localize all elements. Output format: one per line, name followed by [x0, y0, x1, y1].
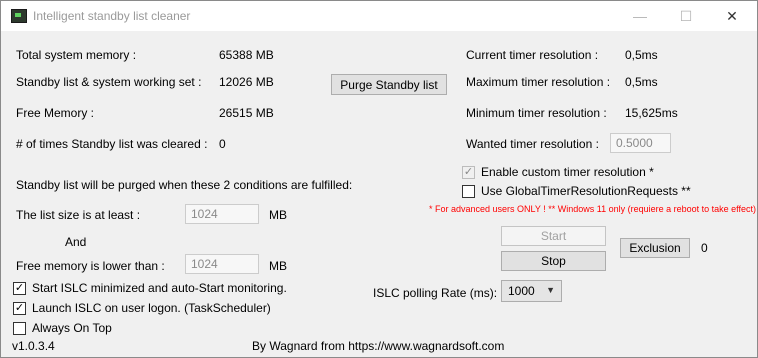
- advanced-warning-text: * For advanced users ONLY ! ** Windows 1…: [429, 204, 757, 214]
- window-title: Intelligent standby list cleaner: [33, 9, 191, 23]
- conditions-heading: Standby list will be purged when these 2…: [16, 178, 353, 192]
- standby-list-value: 12026 MB: [219, 75, 274, 89]
- polling-rate-label: ISLC polling Rate (ms):: [373, 286, 498, 300]
- exclusion-button[interactable]: Exclusion: [620, 238, 690, 258]
- wanted-timer-input[interactable]: [610, 133, 671, 153]
- free-memory-threshold-input[interactable]: [185, 254, 259, 274]
- free-memory-threshold-label: Free memory is lower than :: [16, 259, 165, 273]
- chevron-down-icon: ▼: [546, 285, 555, 295]
- start-button[interactable]: Start: [501, 226, 606, 246]
- free-memory-label: Free Memory :: [16, 106, 95, 120]
- polling-rate-select[interactable]: 1000 ▼: [501, 280, 562, 302]
- version-label: v1.0.3.4: [12, 339, 55, 353]
- exclusion-count: 0: [701, 241, 708, 255]
- always-on-top-checkbox[interactable]: [13, 322, 26, 335]
- min-timer-value: 15,625ms: [625, 106, 678, 120]
- list-size-label: The list size is at least :: [16, 208, 141, 222]
- start-minimized-label: Start ISLC minimized and auto-Start moni…: [32, 281, 287, 295]
- always-on-top-label: Always On Top: [32, 321, 112, 335]
- polling-rate-value: 1000: [508, 284, 535, 298]
- main-panel: Total system memory : 65388 MB Standby l…: [1, 31, 757, 357]
- title-bar: Intelligent standby list cleaner — ☐ ✕: [1, 1, 757, 31]
- launch-on-logon-label: Launch ISLC on user logon. (TaskSchedule…: [32, 301, 271, 315]
- launch-on-logon-checkbox[interactable]: ✓: [13, 302, 26, 315]
- global-timer-requests-checkbox[interactable]: [462, 185, 475, 198]
- maximize-icon[interactable]: ☐: [663, 1, 709, 31]
- app-window: Intelligent standby list cleaner — ☐ ✕ T…: [0, 0, 758, 358]
- credit-label: By Wagnard from https://www.wagnardsoft.…: [252, 339, 505, 353]
- enable-custom-timer-label: Enable custom timer resolution *: [481, 165, 654, 179]
- global-timer-requests-label: Use GlobalTimerResolutionRequests **: [481, 184, 691, 198]
- total-memory-label: Total system memory :: [16, 48, 137, 62]
- min-timer-label: Minimum timer resolution :: [466, 106, 607, 120]
- total-memory-value: 65388 MB: [219, 48, 274, 62]
- stop-button[interactable]: Stop: [501, 251, 606, 271]
- current-timer-value: 0,5ms: [625, 48, 658, 62]
- app-icon: [11, 9, 27, 23]
- cleared-count-label: # of times Standby list was cleared :: [16, 137, 208, 151]
- current-timer-label: Current timer resolution :: [466, 48, 599, 62]
- max-timer-label: Maximum timer resolution :: [466, 75, 611, 89]
- start-minimized-checkbox[interactable]: ✓: [13, 282, 26, 295]
- minimize-icon[interactable]: —: [617, 1, 663, 31]
- list-size-input[interactable]: [185, 204, 259, 224]
- close-icon[interactable]: ✕: [709, 1, 755, 31]
- free-memory-threshold-unit: MB: [269, 259, 287, 273]
- max-timer-value: 0,5ms: [625, 75, 658, 89]
- free-memory-value: 26515 MB: [219, 106, 274, 120]
- list-size-unit: MB: [269, 208, 287, 222]
- and-label: And: [65, 235, 87, 249]
- wanted-timer-label: Wanted timer resolution :: [466, 137, 599, 151]
- purge-standby-button[interactable]: Purge Standby list: [331, 74, 447, 95]
- standby-list-label: Standby list & system working set :: [16, 75, 202, 89]
- cleared-count-value: 0: [219, 137, 226, 151]
- enable-custom-timer-checkbox[interactable]: ✓: [462, 166, 475, 179]
